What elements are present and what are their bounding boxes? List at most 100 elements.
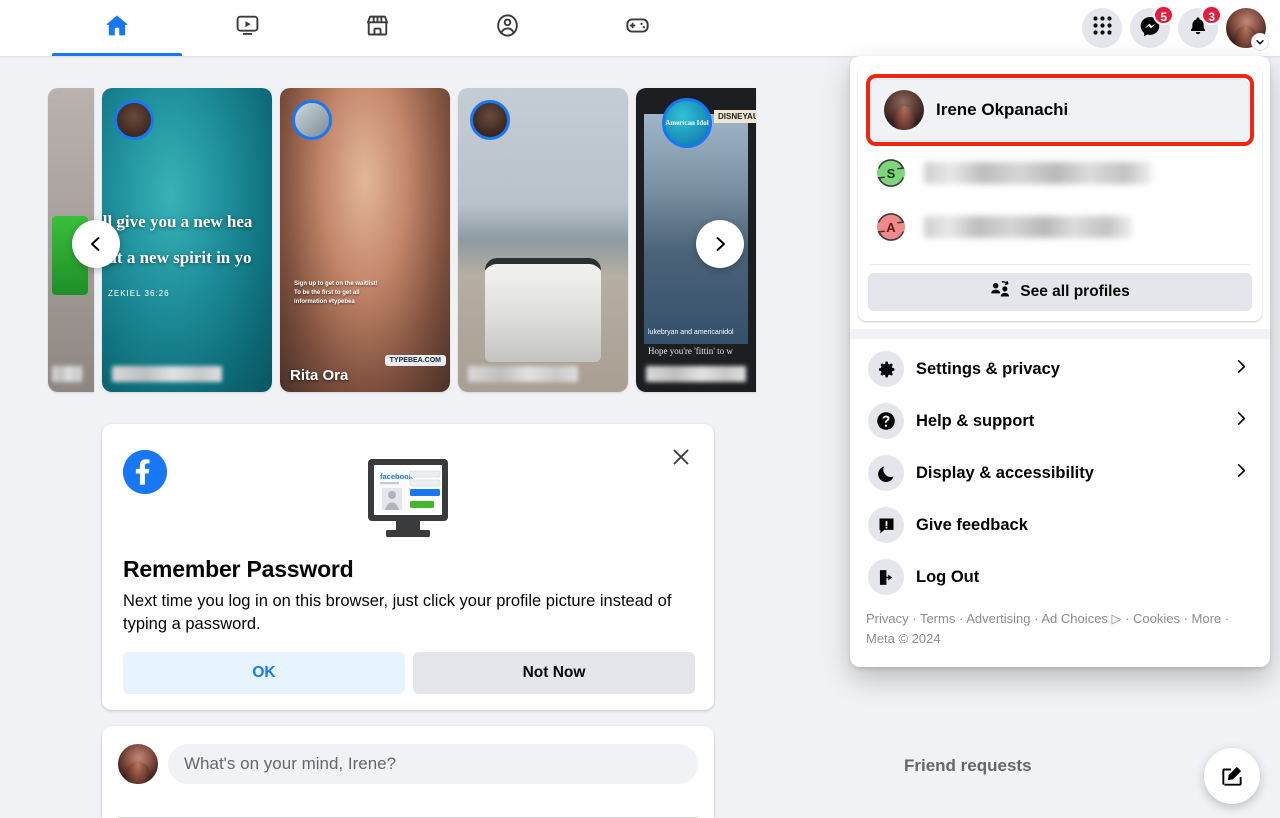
nav-actions: 5 3 — [1082, 0, 1269, 56]
menu-item-settings-privacy[interactable]: Settings & privacy — [858, 343, 1262, 395]
story-overlay-text-2: put a new spirit in yo — [102, 248, 252, 268]
footer-link-privacy[interactable]: Privacy — [866, 611, 909, 626]
switch-profiles-icon — [990, 280, 1010, 304]
gaming-icon — [624, 12, 651, 44]
see-all-profiles-button[interactable]: See all profiles — [868, 273, 1252, 311]
menu-footer-links: Privacy · Terms · Advertising · Ad Choic… — [866, 611, 1230, 646]
menu-item-label: Log Out — [916, 567, 980, 586]
friend-requests-heading: Friend requests — [904, 756, 1032, 775]
footer-link-advertising[interactable]: Advertising — [966, 611, 1030, 626]
remember-password-dialog: facebook Remember Password Next time you… — [102, 424, 714, 710]
moon-icon — [868, 455, 904, 491]
notifications-badge: 3 — [1201, 5, 1222, 25]
nav-tab-marketplace[interactable] — [312, 0, 442, 56]
home-icon — [103, 12, 131, 45]
messenger-badge: 5 — [1153, 5, 1174, 25]
story-card[interactable]: 'll give you a new hea put a new spirit … — [102, 88, 272, 392]
notifications-button[interactable]: 3 — [1178, 5, 1222, 48]
account-dropdown-menu: Irene Okpanachi S A See all profiles Set… — [850, 56, 1270, 667]
divider — [870, 264, 1250, 265]
menu-item-label: Help & support — [916, 411, 1035, 430]
stories-prev-button[interactable] — [72, 220, 120, 268]
menu-item-display-accessibility[interactable]: Display & accessibility — [858, 447, 1262, 499]
story-author-avatar: American Idol — [662, 98, 712, 148]
story-caption-2: Hope you're 'fittin' to w — [648, 346, 733, 356]
grid-menu-icon — [1092, 15, 1113, 41]
dialog-title: Remember Password — [123, 556, 354, 582]
stories-carousel: 'll give you a new hea put a new spirit … — [48, 88, 756, 392]
adchoices-icon: ▷ — [1111, 611, 1122, 626]
gear-icon — [868, 351, 904, 387]
compose-pencil-icon — [1222, 766, 1242, 786]
composer-input[interactable] — [168, 744, 698, 784]
story-card[interactable] — [458, 88, 628, 392]
avatar — [884, 90, 924, 130]
story-sticker: DISNEYAULANI — [714, 110, 756, 123]
menu-item-log-out[interactable]: Log Out — [858, 551, 1262, 603]
nav-tab-gaming[interactable] — [572, 0, 702, 56]
nav-tab-list — [52, 0, 702, 56]
account-menu-button[interactable] — [1226, 8, 1269, 51]
footer-link-more[interactable]: More — [1192, 611, 1222, 626]
profile-switcher-card: Irene Okpanachi S A See all profiles — [858, 66, 1262, 321]
feedback-icon — [868, 507, 904, 543]
switch-profile-icon: A — [872, 208, 910, 246]
chevron-left-icon — [91, 237, 100, 251]
ok-button[interactable]: OK — [123, 652, 405, 694]
not-now-button[interactable]: Not Now — [413, 652, 695, 694]
story-name-blurred — [112, 366, 222, 382]
top-navigation-bar: 5 3 — [0, 0, 1280, 56]
story-author-avatar — [292, 100, 332, 140]
question-mark-icon — [868, 403, 904, 439]
story-subtext: Sign up to get on the waitlist! To be th… — [294, 280, 378, 305]
story-caption-1: lukebryan and americanidol — [648, 329, 734, 336]
see-all-profiles-label: See all profiles — [1020, 283, 1130, 300]
switch-profile-icon: S — [872, 154, 910, 192]
facebook-logo-icon — [123, 450, 167, 494]
story-name-blurred — [52, 366, 82, 382]
nav-tab-home[interactable] — [52, 0, 182, 56]
post-composer — [102, 726, 714, 818]
monitor-illustration: facebook — [366, 458, 450, 549]
compose-message-button[interactable] — [1204, 748, 1260, 804]
alt-profile-row[interactable]: A — [866, 200, 1254, 254]
dialog-actions: OK Not Now — [123, 652, 695, 694]
chevron-right-icon — [1233, 358, 1250, 380]
story-name-blurred — [646, 366, 746, 382]
alt-profile-row[interactable]: S — [866, 146, 1254, 200]
chevron-down-icon — [1251, 33, 1269, 51]
footer-link-ad-choices[interactable]: Ad Choices — [1041, 611, 1107, 626]
divider — [850, 329, 1270, 339]
story-overlay-text: 'll give you a new hea — [102, 211, 253, 231]
dialog-body-text: Next time you log in on this browser, ju… — [123, 592, 672, 633]
current-profile-row[interactable]: Irene Okpanachi — [871, 79, 1249, 141]
story-verse-ref: ZEKIEL 36:26 — [108, 288, 170, 298]
svg-text:facebook: facebook — [380, 472, 414, 481]
menu-item-give-feedback[interactable]: Give feedback — [858, 499, 1262, 551]
chevron-right-icon — [1233, 462, 1250, 484]
current-profile-highlight: Irene Okpanachi — [866, 74, 1254, 146]
menu-item-help-support[interactable]: Help & support — [858, 395, 1262, 447]
story-author-name: Rita Ora — [290, 367, 349, 384]
menu-item-label: Display & accessibility — [916, 463, 1094, 482]
nav-tab-groups[interactable] — [442, 0, 572, 56]
grid-menu-button[interactable] — [1082, 8, 1122, 48]
close-dialog-button[interactable] — [664, 440, 698, 474]
story-link-tag: TYPEBEA.COM — [384, 355, 446, 366]
avatar[interactable] — [118, 744, 158, 784]
footer-link-cookies[interactable]: Cookies — [1133, 611, 1180, 626]
alt-profile-name-blurred — [924, 162, 1152, 184]
menu-item-label: Give feedback — [916, 515, 1028, 534]
footer-copyright: Meta © 2024 — [866, 631, 941, 646]
footer-link-terms[interactable]: Terms — [920, 611, 955, 626]
video-icon — [234, 12, 261, 44]
chevron-right-icon — [1233, 410, 1250, 432]
story-card[interactable]: Sign up to get on the waitlist! To be th… — [280, 88, 450, 392]
story-name-blurred — [468, 366, 578, 382]
messenger-button[interactable]: 5 — [1130, 5, 1174, 48]
nav-tab-video[interactable] — [182, 0, 312, 56]
stories-next-button[interactable] — [696, 220, 744, 268]
close-icon — [673, 449, 689, 465]
logout-icon — [868, 559, 904, 595]
facebook-page: 5 3 'll give you a new hea put a new spi… — [0, 0, 1280, 818]
